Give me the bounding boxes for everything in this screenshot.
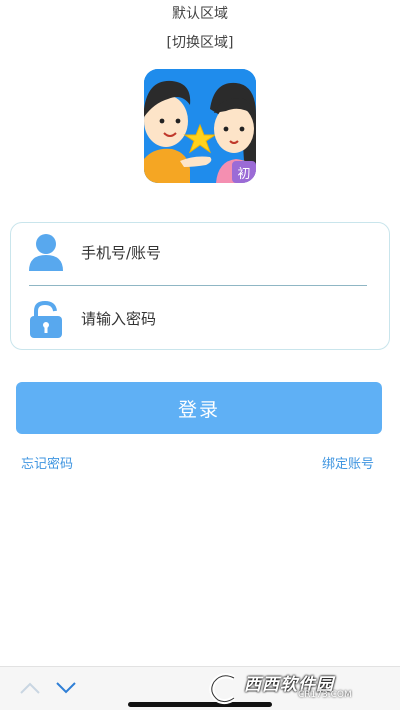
chevron-down-icon[interactable]: [54, 679, 78, 697]
forgot-password-link[interactable]: 忘记密码: [21, 453, 73, 472]
bind-account-link[interactable]: 绑定账号: [322, 453, 374, 472]
login-form: [10, 222, 390, 350]
watermark-subtext: CR173.COM: [298, 690, 352, 700]
user-icon: [29, 234, 63, 271]
chevron-up-icon[interactable]: [18, 679, 42, 697]
app-logo: 初: [144, 69, 256, 183]
region-switch-link[interactable]: [切换区域]: [0, 32, 400, 52]
lock-icon: [30, 301, 62, 338]
watermark-logo-icon: [209, 673, 236, 705]
password-input[interactable]: [81, 307, 371, 331]
watermark: 西西软件园 CR173.COM: [204, 670, 400, 706]
login-button[interactable]: 登录: [16, 382, 382, 434]
field-divider: [29, 285, 367, 286]
region-title: 默认区域: [172, 6, 228, 22]
password-row: [11, 289, 391, 349]
username-row: [11, 223, 391, 283]
logo-badge-text: 初: [237, 167, 251, 182]
username-input[interactable]: [81, 241, 371, 265]
